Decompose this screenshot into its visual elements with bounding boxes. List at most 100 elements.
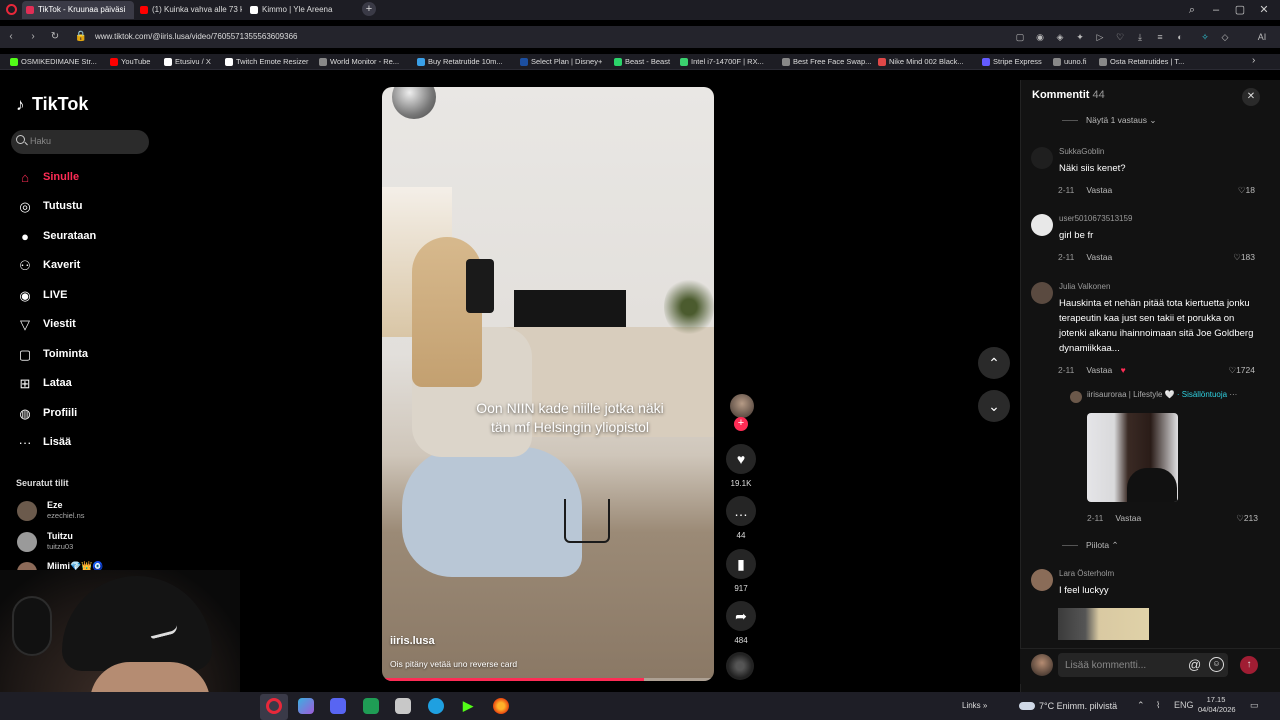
bookmark-item[interactable]: Best Free Face Swap... [782,56,871,68]
screenshot-icon[interactable]: ▢ [1015,31,1025,43]
new-tab-button[interactable]: + [362,2,376,16]
mention-icon[interactable]: @ [1188,657,1201,673]
shield-taskbar-icon[interactable] [395,698,411,714]
reply-username[interactable]: iirisauroraa | Lifestyle 🤍 · Sisällöntuo… [1087,390,1237,399]
bookmark-item[interactable]: YouTube [110,56,150,68]
tab-youtube[interactable]: (1) Kuinka vahva alle 73 kg [136,1,242,19]
forward-icon[interactable]: › [25,29,41,45]
search-input[interactable]: Haku [11,130,149,154]
figma-taskbar-icon[interactable] [298,698,314,714]
bookmark-item[interactable]: Beast - Beast [614,56,670,68]
menu-icon[interactable]: ≡ [1155,31,1165,43]
tiktok-logo[interactable]: ♪ TikTok [16,94,88,115]
shield-icon[interactable]: ◈ [1055,31,1065,43]
sidebar-item-lataa[interactable]: ⊞ Lataa [16,374,166,394]
bookmark-item[interactable]: Buy Retatrutide 10m... [417,56,503,68]
hide-replies-button[interactable]: Piilota ⌃ [1062,540,1119,551]
music-disc-icon[interactable] [726,652,754,680]
video-progress-bar[interactable] [382,678,714,681]
reply-button[interactable]: Vastaa [1086,252,1112,262]
links-toolbar[interactable]: Links » [962,701,987,710]
system-clock[interactable]: 17.15 04/04/2026 [1198,695,1236,715]
play-taskbar-icon[interactable]: ▶ [460,698,476,714]
previous-video-button[interactable]: ⌃ [978,347,1010,379]
reply-button[interactable]: Vastaa [1115,513,1141,523]
ext-icon[interactable]: ✧ [1200,31,1210,43]
cube-icon[interactable]: ◇ [1220,31,1230,43]
bookmark-item[interactable]: Osta Retatrutides | T... [1099,56,1184,68]
avatar[interactable] [1031,282,1053,304]
edge-taskbar-icon[interactable] [428,698,444,714]
download-icon[interactable]: ⤓ [1135,31,1145,43]
comment-username[interactable]: Lara Österholm [1059,569,1114,578]
save-button[interactable]: ▮ 917 [725,549,757,593]
tab-yle-areena[interactable]: Kimmo | Yle Areena [246,1,356,19]
comment-like-button[interactable]: ♡18 [1215,185,1255,196]
sidebar-item-sinulle[interactable]: ⌂ Sinulle [16,168,166,188]
bookmark-item[interactable]: Select Plan | Disney+ [520,56,602,68]
comment-like-button[interactable]: ♡183 [1215,252,1255,263]
bookmark-item[interactable]: Stripe Express [982,56,1042,68]
next-video-button[interactable]: ⌄ [978,390,1010,422]
emoji-icon[interactable]: ☺ [1209,657,1224,672]
sidebar-item-lisää[interactable]: ··· Lisää [16,433,166,453]
discord-taskbar-icon[interactable] [330,698,346,714]
sidebar-item-toiminta[interactable]: ▢ Toiminta [16,345,166,365]
app-taskbar-icon[interactable] [363,698,379,714]
followed-account[interactable]: Eze ezechiel.ns [17,500,157,524]
notifications-icon[interactable]: ▭ [1250,700,1259,711]
avatar[interactable] [1031,214,1053,236]
maximize-icon[interactable]: ▢ [1228,0,1252,20]
reply-button[interactable]: Vastaa [1086,185,1112,195]
extensions-icon[interactable]: ✦ [1075,31,1085,43]
close-comments-icon[interactable]: ✕ [1242,88,1260,106]
bookmark-item[interactable]: Etusivu / X [164,56,211,68]
video-player[interactable]: Oon NIIN kade niille jotka näki tän mf H… [382,87,714,681]
creator-avatar[interactable] [730,394,754,418]
reply-button[interactable]: Vastaa [1086,365,1112,375]
comment-button[interactable]: … 44 [725,496,757,540]
bookmark-item[interactable]: uuno.fi [1053,56,1087,68]
reply-gif-image[interactable] [1087,413,1178,502]
bookmark-item[interactable]: OSMIKEDIMANE Str... [10,56,97,68]
show-replies-button[interactable]: Näytä 1 vastaus ⌄ [1062,115,1156,126]
comment-input[interactable] [1058,653,1228,677]
sidebar-item-seurataan[interactable]: ● Seurataan [16,227,166,247]
avatar[interactable] [1031,147,1053,169]
opera-taskbar-icon[interactable] [266,698,282,714]
bookmark-item[interactable]: Intel i7-14700F | RX... [680,56,764,68]
comment-username[interactable]: SukkaGoblin [1059,147,1104,156]
reply-avatar[interactable] [1070,391,1082,403]
opera-logo-icon[interactable] [6,4,17,15]
tab-tiktok[interactable]: TikTok - Kruunaa päiväsi [22,1,134,19]
share-button[interactable]: ➦ 484 [725,601,757,645]
more-options-icon[interactable]: ··· [1229,390,1237,399]
weather-widget[interactable]: 7°C Enimm. pilvistä [1019,701,1117,711]
video-author[interactable]: iiris.lusa [390,635,435,647]
url-field[interactable]: www.tiktok.com/@iiris.lusa/video/7605571… [95,30,297,44]
send-comment-button[interactable]: ↑ [1240,656,1258,674]
firefox-taskbar-icon[interactable] [493,698,509,714]
bookmark-item[interactable]: Twitch Emote Resizer [225,56,309,68]
language-indicator[interactable]: ENG [1174,700,1194,710]
reload-icon[interactable]: ↻ [47,29,63,45]
sidebar-item-viestit[interactable]: ▽ Viestit [16,315,166,335]
play-icon[interactable]: ▷ [1095,31,1105,43]
comment-like-button[interactable]: ♡1724 [1215,365,1255,376]
search-tabs-icon[interactable]: ⌕ [1180,0,1204,20]
account-icon[interactable]: ◐ [1175,31,1185,43]
sidebar-item-profiili[interactable]: ◍ Profiili [16,404,166,424]
heart-icon[interactable]: ♡ [1115,31,1125,43]
close-window-icon[interactable]: ✕ [1252,0,1276,20]
follow-plus-icon[interactable]: + [734,417,748,431]
camera-icon[interactable]: ◉ [1035,31,1045,43]
reply-like-button[interactable]: ♡213 [1218,513,1258,524]
like-button[interactable]: ♥ 19.1K [725,444,757,488]
sidebar-item-kaverit[interactable]: ⚇ Kaverit [16,256,166,276]
bookmarks-overflow-icon[interactable]: › [1252,55,1255,66]
comment-image[interactable] [1058,608,1149,640]
ai-icon[interactable]: AI [1252,31,1272,43]
bookmark-item[interactable]: World Monitor - Re... [319,56,399,68]
avatar[interactable] [1031,569,1053,591]
minimize-icon[interactable]: – [1204,0,1228,20]
